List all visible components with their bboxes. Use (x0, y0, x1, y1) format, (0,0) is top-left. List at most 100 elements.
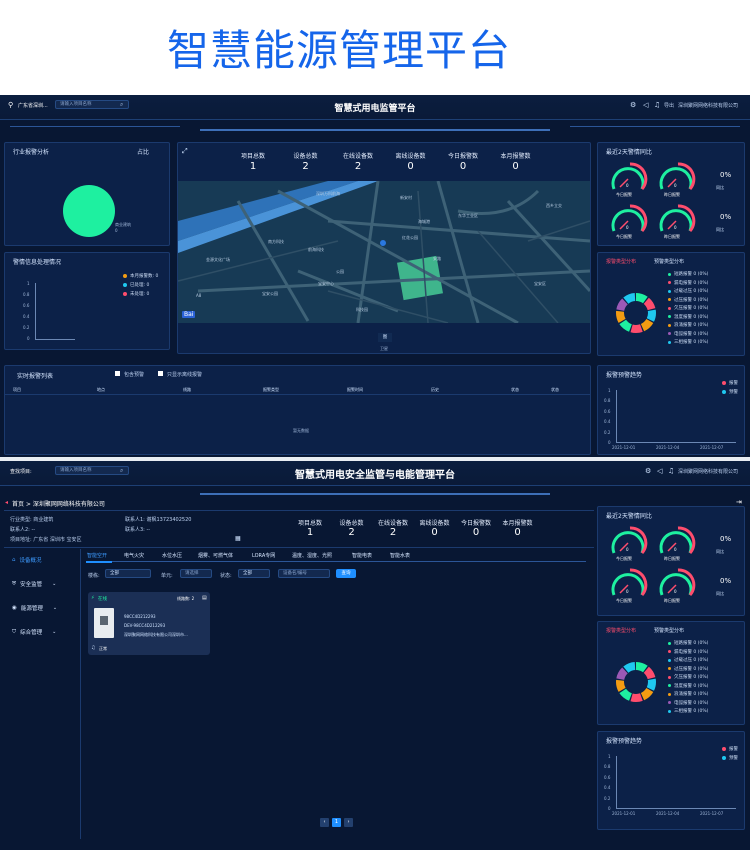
gear-icon[interactable]: ⚙ (645, 467, 651, 475)
stat-value: 2 (302, 161, 309, 172)
fullscreen-icon[interactable]: ⤢ (182, 147, 188, 156)
device-tab[interactable]: 电气火灾 (124, 552, 144, 559)
hero-title: 智慧能源管理平台 (166, 26, 511, 75)
alarm-gauge: 0 昨日报警 (656, 565, 696, 605)
company-name[interactable]: 深圳聚网网络科技有限公司 (678, 102, 750, 109)
donut-chart (616, 293, 656, 333)
query-label: 查询 (341, 571, 351, 576)
device-tab[interactable]: LORA专网 (252, 552, 275, 559)
tab-warning-type[interactable]: 预警类型分布 (654, 627, 684, 634)
alarm-gauge: 0 今日报警 (608, 523, 648, 563)
legend-dot (123, 283, 127, 287)
legend-text: 三相报警 0 (0%) (674, 340, 709, 345)
query-button[interactable]: 查询 (336, 569, 356, 578)
compare-label: 同比 (716, 227, 724, 232)
alarm-gauge: 0 昨日报警 (656, 523, 696, 563)
device-card[interactable]: ⚡ 在线 线路数: 2 ▤ 98CC4D212293 DEV-98CC4D212… (88, 592, 210, 655)
tab-alarm-type[interactable]: 报警类型分布 (606, 627, 636, 634)
distribution-legend-item: 温度报警 0 (0%) (668, 314, 708, 320)
floor-select[interactable]: 全部 (105, 569, 151, 578)
home-icon[interactable]: ◂ (5, 499, 8, 506)
gauge-value: 0 (674, 547, 677, 552)
device-tab[interactable]: 烟雾、可燃气体 (198, 552, 233, 559)
collapse-icon[interactable]: ⇥ (736, 498, 742, 506)
table-header: 线路 (183, 387, 191, 392)
y-tick: 0.8 (23, 292, 30, 297)
y-tick: 0 (27, 336, 30, 341)
y-tick: 0.6 (604, 774, 611, 780)
sound-icon[interactable]: ◁ (657, 467, 662, 475)
bell-icon[interactable]: ♫ (654, 101, 660, 109)
map-view[interactable]: 深圳万科前海 新安村 海城港 红花公园 安路 西乡立交 南方科技 东华工业区 金源文化广场 前海科… (178, 181, 590, 323)
qr-icon[interactable]: ▦ (235, 535, 241, 542)
side-nav-item[interactable]: ⛨ 安全监管 ⌄ (12, 580, 56, 589)
gear-icon[interactable]: ⚙ (630, 101, 636, 109)
x-tick: 2021-12-07 (700, 445, 724, 450)
distribution-legend-item: 浪涌报警 0 (0%) (668, 691, 708, 697)
table-header-divider (5, 394, 590, 395)
company-name[interactable]: 深圳聚网网络科技有限公司 (678, 468, 750, 475)
distribution-legend-item: 短路报警 0 (0%) (668, 271, 708, 277)
distribution-legend-item: 过载过压 0 (0%) (668, 657, 708, 663)
side-nav-item[interactable]: ⛉ 综合管理 ⌄ (12, 628, 56, 637)
industry-pie-slice[interactable] (63, 185, 115, 237)
legend-dot (668, 340, 671, 344)
sound-icon[interactable]: ◁ (643, 101, 648, 109)
unit-select[interactable]: 请选择 (180, 569, 212, 578)
tabs-underline (86, 561, 586, 562)
y-tick: 0.6 (604, 408, 611, 414)
device-tab[interactable]: 智能电表 (352, 552, 372, 559)
y-tick: 0.8 (604, 398, 611, 404)
gauge-label: 今日报警 (616, 192, 632, 197)
compare-percent: 0% (720, 577, 732, 585)
satellite-button[interactable]: 卫星 (380, 346, 388, 352)
map-label: 深圳万科前海 (316, 191, 340, 196)
nav-icon: ⛉ (12, 628, 17, 635)
grid-icon[interactable]: ▤ (202, 595, 207, 601)
stat-value: 0 (407, 161, 414, 172)
header-accent-line (200, 493, 550, 495)
legend-text: 欠压报警 0 (0%) (674, 675, 709, 680)
map-label: 宝安中心 (318, 281, 334, 286)
nav-icon: ⛨ (12, 580, 17, 587)
page-button[interactable]: › (344, 818, 353, 827)
gauge-value: 0 (626, 547, 629, 552)
legend-dot (668, 675, 671, 679)
compare-percent: 0% (720, 535, 732, 543)
legend-text: 过压报警 0 (0%) (674, 666, 709, 672)
nav-icon: ◉ (12, 605, 17, 611)
handling-y-axis (35, 283, 36, 339)
device-tab[interactable]: 温度、湿度、光照 (292, 552, 332, 559)
device-tab[interactable]: 智能空开 (87, 552, 107, 559)
distribution-legend-item: 三相报警 0 (0%) (668, 339, 708, 345)
device-tab[interactable]: 智能水表 (390, 552, 410, 559)
tab-alarm-type[interactable]: 报警类型分布 (606, 258, 636, 265)
page-button[interactable]: ‹ (320, 818, 329, 827)
device-search-input[interactable]: 设备名/编号 (278, 569, 330, 578)
panel-title: 警情信息处理情况 (13, 259, 62, 266)
screen-electric-monitor: ⚲ 广东省深圳... 请输入项目名称 ⌕ 智慧式用电监管平台 ⚙ ◁ ♫ 导出 … (0, 95, 750, 457)
trend-legend-item: 报警 (722, 380, 738, 386)
stat-value: 0 (512, 161, 519, 172)
export-button[interactable]: 导出 (664, 102, 674, 109)
stat-value: 0 (459, 161, 467, 172)
tab-warning-type[interactable]: 预警类型分布 (654, 258, 684, 265)
page-button[interactable]: 1 (332, 818, 341, 827)
bell-icon[interactable]: ♫ (668, 467, 674, 475)
map-label: 宝安公园 (262, 291, 278, 296)
map-type-button[interactable]: 图 (378, 333, 392, 342)
offline-only-checkbox[interactable] (158, 371, 163, 376)
include-warning-checkbox[interactable] (115, 371, 120, 376)
screen2-title: 智慧式用电安全监管与电能管理平台 (295, 470, 455, 481)
legend-dot (668, 281, 671, 284)
distribution-legend-item: 过载过压 0 (0%) (668, 288, 708, 294)
device-tab[interactable]: 水位水压 (162, 552, 182, 559)
legend-text: 预警 (729, 756, 738, 761)
side-nav-item[interactable]: ◉ 能源管理 ⌄ (12, 604, 57, 612)
header-left-line (10, 126, 180, 127)
breadcrumb[interactable]: 首页 > 深圳聚网网络科技有限公司 (12, 499, 105, 508)
side-nav-item[interactable]: ⌂ 设备概况 (12, 556, 42, 564)
legend-dot (668, 332, 671, 335)
status-select[interactable]: 全部 (238, 569, 270, 578)
industry-type: 行业类型: 商业建筑 (10, 517, 54, 523)
